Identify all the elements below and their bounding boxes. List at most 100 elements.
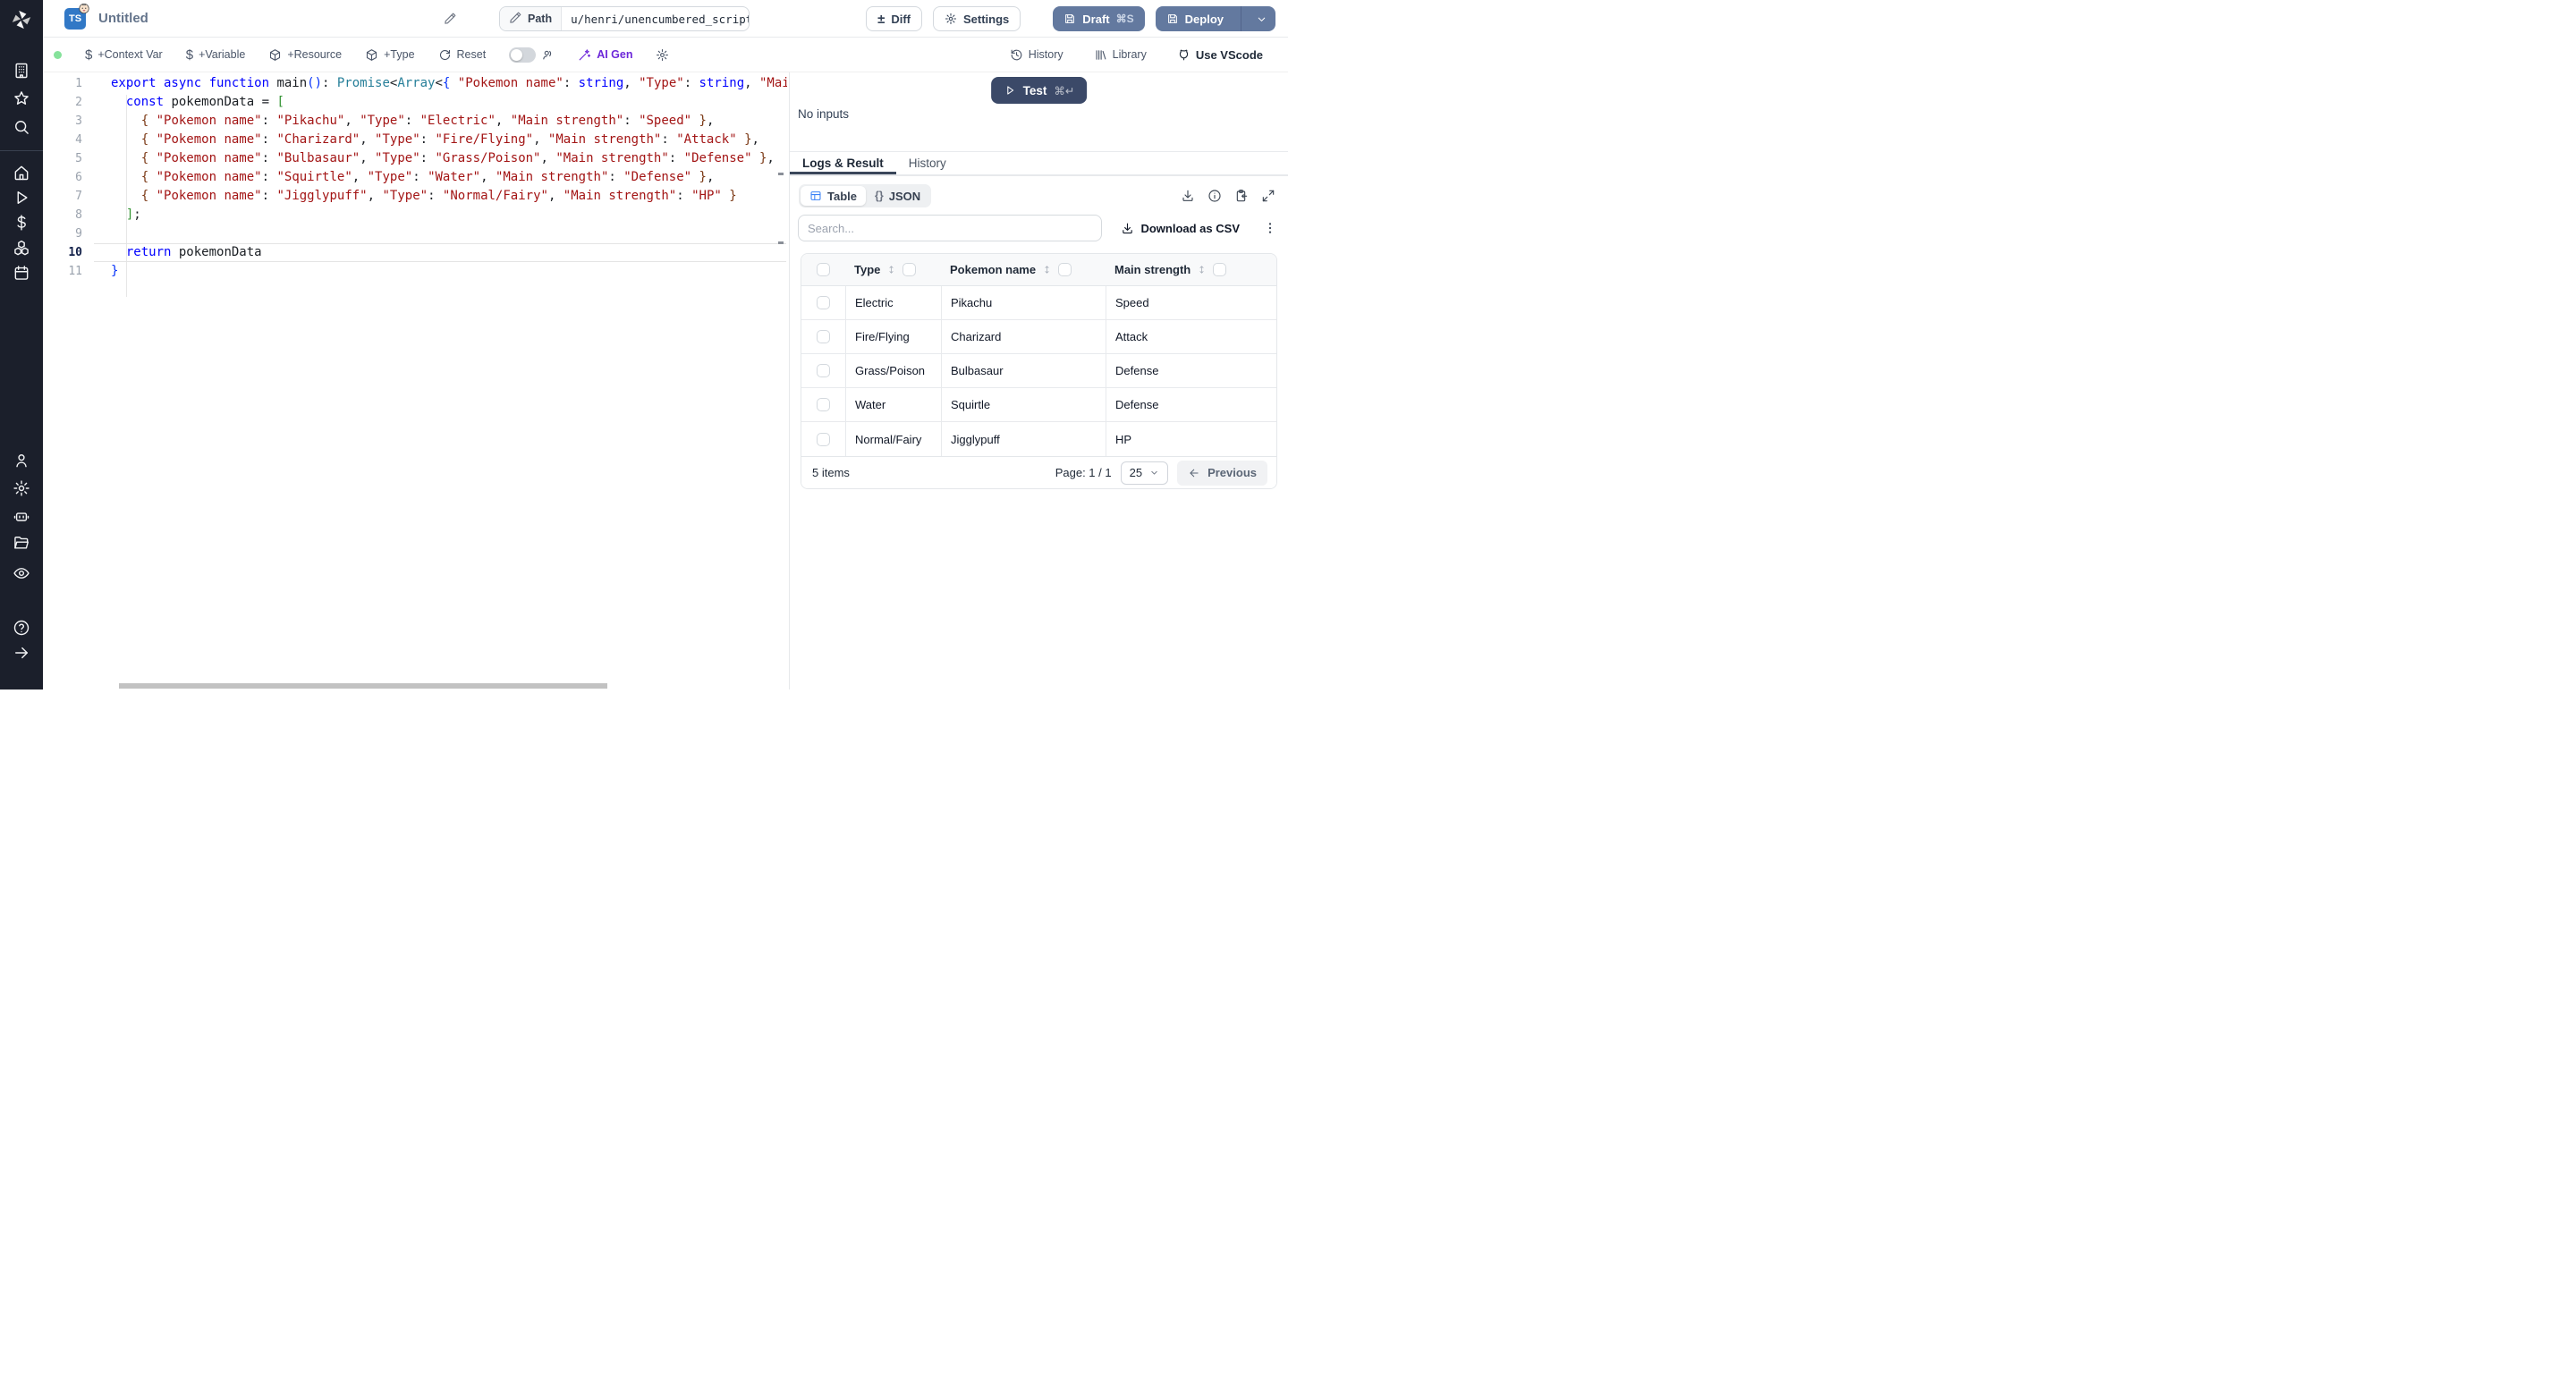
row-checkbox[interactable] xyxy=(817,398,830,411)
audit-eye-icon[interactable] xyxy=(13,564,30,582)
test-button[interactable]: Test ⌘↵ xyxy=(991,77,1088,104)
view-table-button[interactable]: Table xyxy=(801,186,866,206)
table-header: Type Pokemon name Main strength xyxy=(801,254,1276,286)
code-line[interactable]: { "Pokemon name": "Charizard", "Type": "… xyxy=(111,131,787,149)
code-line[interactable]: } xyxy=(111,262,787,281)
previous-page-button[interactable]: Previous xyxy=(1177,461,1267,486)
table-cell: HP xyxy=(1106,422,1276,456)
sidebar-divider xyxy=(0,150,43,151)
package-icon xyxy=(365,48,378,62)
code-line[interactable]: { "Pokemon name": "Bulbasaur", "Type": "… xyxy=(111,149,787,168)
multiplayer-user-icon xyxy=(541,48,555,62)
column-checkbox[interactable] xyxy=(1058,263,1072,276)
path-value[interactable]: u/henri/unencumbered_script xyxy=(562,7,750,30)
tab-logs-result[interactable]: Logs & Result xyxy=(790,152,896,174)
line-number: 9 xyxy=(43,224,82,243)
edit-path-pencil-icon xyxy=(509,11,522,27)
collab-toggle[interactable] xyxy=(509,47,536,63)
horizontal-scrollbar[interactable] xyxy=(119,683,607,689)
library-button[interactable]: Library xyxy=(1094,48,1147,62)
table-row: ElectricPikachuSpeed xyxy=(801,286,1276,320)
sort-icon[interactable] xyxy=(1197,264,1207,275)
folders-icon[interactable] xyxy=(13,534,30,552)
sort-icon[interactable] xyxy=(1042,264,1052,275)
table-icon xyxy=(809,190,822,202)
spacer xyxy=(1031,6,1042,31)
more-options-kebab-icon[interactable] xyxy=(1263,221,1277,235)
baby-emoji-icon xyxy=(78,2,90,14)
add-context-var-button[interactable]: $+Context Var xyxy=(85,48,163,62)
code-content[interactable]: export async function main(): Promise<Ar… xyxy=(111,74,787,281)
workers-robot-icon[interactable] xyxy=(13,507,30,525)
diff-button[interactable]: ± Diff xyxy=(866,6,922,31)
settings-gear-icon[interactable] xyxy=(13,479,30,497)
column-checkbox[interactable] xyxy=(902,263,916,276)
table-cell: Bulbasaur xyxy=(941,354,1106,388)
use-vscode-button[interactable]: Use VScode xyxy=(1177,48,1263,62)
code-line[interactable]: { "Pokemon name": "Jigglypuff", "Type": … xyxy=(111,187,787,206)
result-body: Table {} JSON xyxy=(790,178,1288,690)
search-icon[interactable] xyxy=(13,118,30,136)
runs-play-icon[interactable] xyxy=(13,189,30,207)
schedules-calendar-icon[interactable] xyxy=(13,264,30,282)
row-checkbox[interactable] xyxy=(817,296,830,309)
help-icon[interactable] xyxy=(13,619,30,637)
copy-clipboard-icon[interactable] xyxy=(1234,189,1249,203)
home-icon[interactable] xyxy=(13,164,30,182)
code-line[interactable]: { "Pokemon name": "Squirtle", "Type": "W… xyxy=(111,168,787,187)
info-icon[interactable] xyxy=(1208,189,1222,203)
line-number: 6 xyxy=(43,168,82,187)
save-icon xyxy=(1063,13,1076,25)
select-all-checkbox[interactable] xyxy=(817,263,830,276)
sort-icon[interactable] xyxy=(886,264,896,275)
deploy-dropdown-caret[interactable] xyxy=(1248,6,1275,31)
ai-gen-button[interactable]: AI Gen xyxy=(578,48,632,62)
favorites-star-icon[interactable] xyxy=(13,89,30,107)
line-number: 4 xyxy=(43,131,82,149)
workspace-icon[interactable] xyxy=(13,62,30,80)
variables-dollar-icon[interactable] xyxy=(13,214,30,232)
deploy-button[interactable]: Deploy xyxy=(1156,6,1275,31)
users-person-icon[interactable] xyxy=(13,452,30,470)
table-cell: Normal/Fairy xyxy=(845,422,941,456)
download-result-icon[interactable] xyxy=(1181,189,1195,203)
line-number: 2 xyxy=(43,93,82,112)
resources-boxes-icon[interactable] xyxy=(13,239,30,257)
editor-settings-gear-icon[interactable] xyxy=(656,48,669,62)
expand-icon[interactable] xyxy=(1261,189,1275,203)
tab-history[interactable]: History xyxy=(896,152,959,174)
items-count: 5 items xyxy=(812,466,850,479)
row-checkbox[interactable] xyxy=(817,364,830,377)
view-json-button[interactable]: {} JSON xyxy=(866,186,929,206)
table-cell: Charizard xyxy=(941,320,1106,354)
code-line[interactable]: { "Pokemon name": "Pikachu", "Type": "El… xyxy=(111,112,787,131)
windmill-logo-icon[interactable] xyxy=(10,8,33,31)
row-checkbox[interactable] xyxy=(817,330,830,343)
path-field[interactable]: Path u/henri/unencumbered_script xyxy=(499,6,750,31)
download-csv-button[interactable]: Download as CSV xyxy=(1121,222,1240,235)
history-button[interactable]: History xyxy=(1010,48,1063,62)
status-dot xyxy=(54,51,62,59)
run-panel: Test ⌘↵ No inputs Logs & Result History … xyxy=(789,72,1288,690)
code-editor[interactable]: 1234567891011 export async function main… xyxy=(43,72,789,690)
add-type-button[interactable]: +Type xyxy=(365,48,414,62)
row-checkbox[interactable] xyxy=(817,433,830,446)
result-search-input[interactable] xyxy=(798,215,1102,241)
draft-button[interactable]: Draft ⌘S xyxy=(1053,6,1144,31)
code-line[interactable]: ]; xyxy=(111,206,787,224)
settings-button[interactable]: Settings xyxy=(933,6,1021,31)
add-variable-button[interactable]: $+Variable xyxy=(186,48,246,62)
code-line[interactable]: const pokemonData = [ xyxy=(111,93,787,112)
reset-button[interactable]: Reset xyxy=(438,48,487,62)
page-size-select[interactable]: 25 xyxy=(1121,461,1168,485)
code-line[interactable]: return pokemonData xyxy=(111,243,787,262)
column-checkbox[interactable] xyxy=(1213,263,1226,276)
code-line[interactable]: export async function main(): Promise<Ar… xyxy=(111,74,787,93)
edit-summary-pencil-icon[interactable] xyxy=(444,12,457,30)
expand-sidebar-arrow-icon[interactable] xyxy=(13,644,30,662)
table-body: ElectricPikachuSpeedFire/FlyingCharizard… xyxy=(801,286,1276,456)
script-title: Untitled xyxy=(98,11,148,26)
chevron-down-icon xyxy=(1149,468,1159,478)
code-line[interactable] xyxy=(111,224,787,243)
add-resource-button[interactable]: +Resource xyxy=(268,48,342,62)
